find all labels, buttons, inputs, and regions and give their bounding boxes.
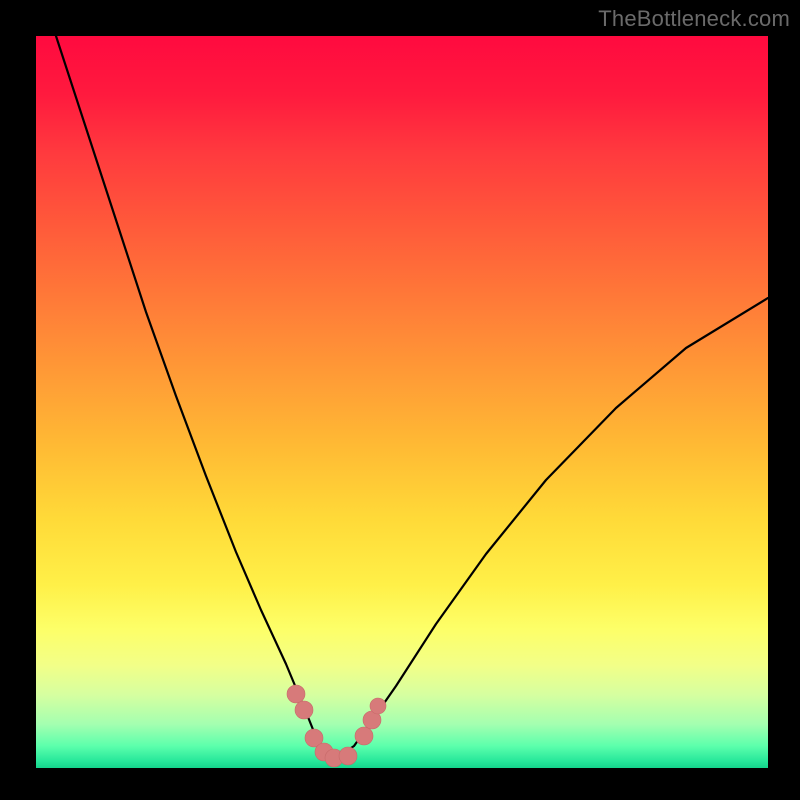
trough-marker — [305, 729, 323, 747]
chart-frame: TheBottleneck.com — [0, 0, 800, 800]
plot-area — [36, 36, 768, 768]
trough-marker — [287, 685, 305, 703]
chart-svg — [36, 36, 768, 768]
trough-marker — [339, 747, 357, 765]
trough-marker — [370, 698, 386, 714]
trough-marker — [355, 727, 373, 745]
bottleneck-curve — [56, 36, 768, 758]
trough-marker — [363, 711, 381, 729]
watermark-text: TheBottleneck.com — [598, 6, 790, 32]
trough-marker — [325, 749, 343, 767]
trough-marker — [295, 701, 313, 719]
trough-marker — [315, 743, 333, 761]
trough-markers-group — [287, 685, 386, 767]
